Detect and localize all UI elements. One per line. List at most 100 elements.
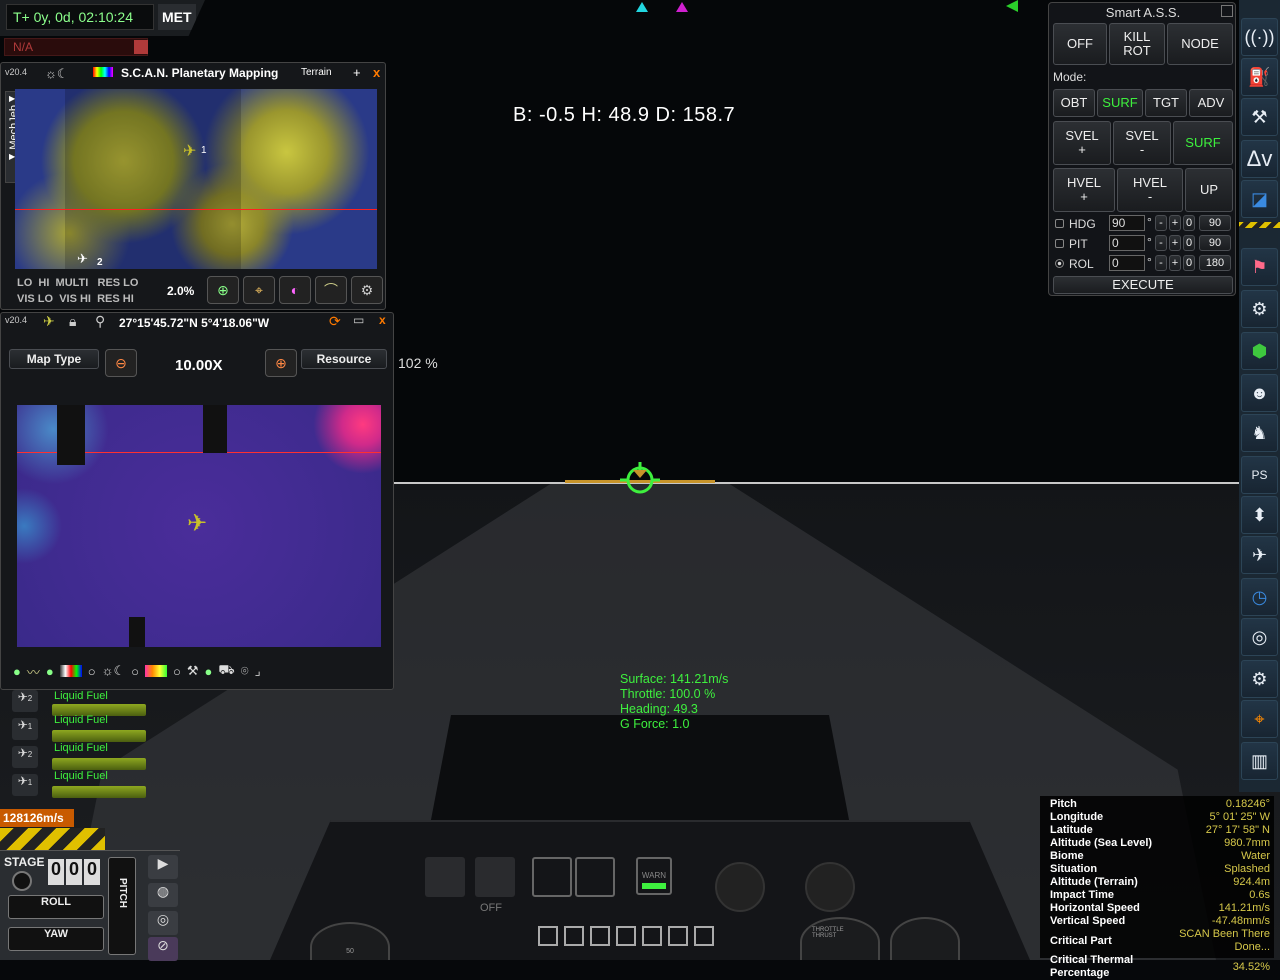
zoom-vessel-icon[interactable]: ✈ [187,509,207,538]
rol-checkbox[interactable] [1055,259,1064,268]
resource-button[interactable]: Resource [301,349,387,369]
hdg-zero[interactable]: 0 [1183,215,1195,231]
toggle-lo[interactable]: LO [17,277,32,289]
zoom-in-icon[interactable]: ⊕ [265,349,297,377]
scan-close-button[interactable]: x [373,65,380,80]
antenna-icon[interactable]: ((·)) [1241,18,1278,56]
rol-minus[interactable]: - [1155,255,1167,271]
surf-button[interactable]: SURF [1173,121,1233,165]
robot-arm-icon[interactable]: ⚙ [1241,290,1278,328]
toggle-vis-lo[interactable]: VIS LO [17,293,53,305]
zoom-map-view[interactable]: ✈ [17,405,381,647]
hvel-minus-button[interactable]: HVEL - [1117,168,1183,212]
flag-icon[interactable]: ⚑ [1241,248,1278,286]
hvel-plus-button[interactable]: HVEL + [1053,168,1115,212]
radio-icon[interactable]: ○ [131,664,139,679]
scan-add-button[interactable]: + [353,65,361,80]
pit-preset[interactable]: 90 [1199,235,1231,251]
svel-minus-button[interactable]: SVEL - [1113,121,1171,165]
toggle-vis-hi[interactable]: VIS HI [59,293,91,305]
waveform-icon[interactable]: 〰 [27,662,40,681]
stage-icon[interactable]: ✈1 [12,718,38,740]
window-icon[interactable]: ▭ [353,313,364,327]
search-icon[interactable]: ⚲ [95,313,105,330]
docking-icon[interactable]: ⬍ [1241,496,1278,534]
crosshair-icon[interactable]: ⌖ [1241,700,1278,738]
clock-icon[interactable]: ◷ [1241,578,1278,616]
zoom-map-icon[interactable]: ⌖ [243,276,275,304]
rol-preset[interactable]: 180 [1199,255,1231,271]
hex-icon[interactable]: ⬢ [1241,332,1278,370]
planet-overlay-icon[interactable]: ◐ [279,276,311,304]
knob-left[interactable] [715,862,765,912]
pit-zero[interactable]: 0 [1183,235,1195,251]
map-view-icon[interactable]: ⊘ [148,937,178,961]
radio-icon[interactable]: ○ [88,664,96,679]
pit-checkbox[interactable] [1055,239,1064,248]
waypoint-icon[interactable]: ⌾ [241,663,249,679]
color-palette-icon[interactable] [93,67,113,77]
toggle-res-lo[interactable]: RES LO [98,277,139,289]
scan-mode[interactable]: Terrain [301,67,332,78]
resize-handle-icon[interactable]: ⌟ [255,663,261,679]
mode-surf[interactable]: SURF [1097,89,1143,117]
refresh-icon[interactable]: ⟳ [329,313,341,330]
fuel-icon[interactable]: ⛽ [1241,58,1278,96]
zoom-close-button[interactable]: x [379,313,386,327]
target-rings-icon[interactable]: ◎ [1241,618,1278,656]
globe-icon[interactable]: ⊕ [207,276,239,304]
mode-tgt[interactable]: TGT [1145,89,1187,117]
mode-obt[interactable]: OBT [1053,89,1095,117]
calculator-icon[interactable] [134,40,148,54]
hdg-checkbox[interactable] [1055,219,1064,228]
rol-input[interactable]: 0 [1109,255,1145,271]
settings-gear-icon[interactable]: ⚙ [351,276,383,304]
radio-icon[interactable]: ○ [173,664,181,679]
switch-2[interactable] [475,857,515,897]
wolf-icon[interactable]: ♞ [1241,414,1278,452]
node-button[interactable]: NODE [1167,23,1233,65]
pit-input[interactable]: 0 [1109,235,1145,251]
toggle-multi[interactable]: MULTI [56,277,89,289]
off-button[interactable]: OFF [1053,23,1107,65]
svel-plus-button[interactable]: SVEL + [1053,121,1111,165]
vessel-plane-icon[interactable]: ✈ [183,141,196,161]
switch-1[interactable] [425,857,465,897]
met-toggle[interactable]: MET [158,4,196,30]
palette-icon[interactable] [59,665,82,677]
hdg-preset[interactable]: 90 [1199,215,1231,231]
execute-button[interactable]: EXECUTE [1053,276,1233,294]
mode-adv[interactable]: ADV [1189,89,1233,117]
rover-icon[interactable]: ⛟ [218,662,234,680]
sun-moon-icon[interactable]: ☼☾ [102,663,126,679]
tools-icon[interactable]: ⚒ [187,663,199,679]
scan-planet-map[interactable]: ✈ 1 ✈ 2 [15,89,377,269]
map-type-button[interactable]: Map Type [9,349,99,369]
up-button[interactable]: UP [1185,168,1233,212]
map-icon[interactable]: ▥ [1241,742,1278,780]
hdg-minus[interactable]: - [1155,215,1167,231]
sun-moon-icon[interactable]: ☼☾ [45,66,69,82]
airplane-icon[interactable]: ✈ [1241,536,1278,574]
tools-icon[interactable]: ⚒ [1241,98,1278,136]
instruments-icon[interactable]: ⌒ [315,276,347,304]
kill-rot-button[interactable]: KILL ROT [1109,23,1165,65]
stage-icon[interactable]: ✈2 [12,690,38,712]
toggle-hi[interactable]: HI [38,277,49,289]
stage-button[interactable] [12,871,32,891]
toggle-res-hi[interactable]: RES HI [97,293,134,305]
pit-plus[interactable]: + [1169,235,1181,251]
kerbal-engineer-icon[interactable]: ◪ [1241,180,1278,218]
panda-icon[interactable]: ☻ [1241,374,1278,412]
settings-icon[interactable]: ⚙ [1241,660,1278,698]
earth-icon[interactable]: ◎ [148,911,178,935]
hdg-plus[interactable]: + [1169,215,1181,231]
resource-palette-icon[interactable] [145,665,168,677]
vessel2-icon[interactable]: ✈ [77,251,88,267]
stage-icon[interactable]: ✈2 [12,746,38,768]
smart-ass-collapse-button[interactable] [1221,5,1233,17]
lock-icon[interactable]: 🔒︎ [69,313,76,330]
knob-right[interactable] [805,862,855,912]
rol-plus[interactable]: + [1169,255,1181,271]
globe-view-icon[interactable]: ◍ [148,883,178,907]
